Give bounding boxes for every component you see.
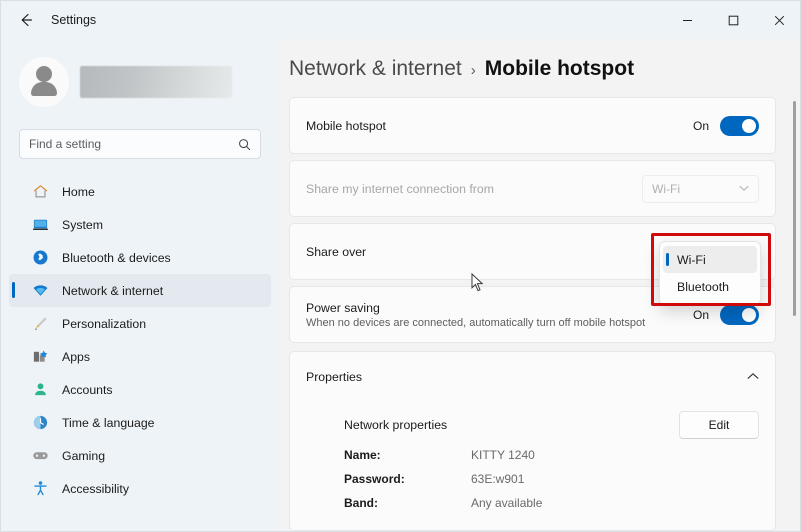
sidebar-item-label: Network & internet (62, 283, 164, 298)
dropdown-value: Wi-Fi (652, 181, 680, 196)
property-row-password: Password: 63E:w901 (344, 472, 759, 486)
user-profile[interactable] (1, 39, 279, 107)
row-subtitle: When no devices are connected, automatic… (306, 316, 646, 329)
window-controls (664, 1, 800, 39)
share-from-card: Share my internet connection from Wi-Fi (289, 160, 776, 217)
scrollbar-thumb[interactable] (793, 101, 796, 316)
property-key: Band: (344, 496, 378, 510)
property-value: KITTY 1240 (471, 448, 535, 462)
accessibility-icon (31, 479, 50, 498)
sidebar-item-label: Personalization (62, 316, 147, 331)
clock-icon (31, 413, 50, 432)
sidebar: Home System (1, 39, 279, 531)
search-box[interactable] (19, 129, 261, 159)
mobile-hotspot-card: Mobile hotspot On (289, 97, 776, 154)
sidebar-item-label: Accessibility (62, 481, 129, 496)
settings-window: Settings Find a setting Home System Blue… (0, 0, 801, 532)
property-row-band: Band: Any available (344, 496, 759, 510)
property-row-name: Name: KITTY 1240 (344, 448, 759, 462)
brush-icon (31, 314, 50, 333)
bluetooth-icon (31, 248, 50, 267)
sidebar-item-label: Bluetooth & devices (62, 250, 171, 265)
sidebar-item-system[interactable]: System (9, 208, 271, 241)
avatar (19, 57, 69, 107)
power-saving-toggle[interactable] (720, 304, 759, 325)
minimize-button[interactable] (664, 1, 710, 39)
sidebar-item-label: Apps (62, 349, 91, 364)
sidebar-item-bluetooth-devices[interactable]: Bluetooth & devices (9, 241, 271, 274)
maximize-button[interactable] (710, 1, 756, 39)
wifi-icon (31, 281, 50, 300)
sidebar-item-label: Home (62, 184, 95, 199)
property-value: Any available (471, 496, 543, 510)
properties-header[interactable]: Properties (290, 352, 775, 402)
sidebar-item-personalization[interactable]: Personalization (9, 307, 271, 340)
edit-button[interactable]: Edit (679, 411, 759, 439)
sidebar-item-accessibility[interactable]: Accessibility (9, 472, 271, 505)
share-from-row: Share my internet connection from Wi-Fi (290, 161, 775, 216)
system-icon (31, 215, 50, 234)
sidebar-item-home[interactable]: Home (9, 175, 271, 208)
title-bar: Settings (1, 1, 800, 39)
sidebar-item-label: Gaming (62, 448, 106, 463)
dropdown-option-label: Wi-Fi (677, 252, 706, 267)
toggle-state-label: On (692, 307, 709, 322)
page-title: Mobile hotspot (484, 57, 635, 80)
content-scrollbar[interactable] (789, 101, 799, 531)
gamepad-icon (31, 446, 50, 465)
breadcrumb: Network & internet › Mobile hotspot (279, 39, 800, 81)
mobile-hotspot-toggle[interactable] (720, 115, 759, 136)
sidebar-item-network-internet[interactable]: Network & internet (9, 274, 271, 307)
chevron-down-icon (739, 184, 749, 194)
app-title: Settings (51, 13, 97, 27)
selection-indicator (666, 253, 669, 266)
search-icon (238, 138, 251, 151)
share-from-dropdown: Wi-Fi (642, 174, 759, 203)
property-key: Name: (344, 448, 381, 462)
properties-title: Properties (306, 370, 363, 384)
dropdown-option-label: Bluetooth (677, 279, 729, 294)
chevron-up-icon[interactable] (747, 372, 759, 383)
sidebar-item-time-language[interactable]: Time & language (9, 406, 271, 439)
sidebar-nav: Home System Bluetooth & devices Network … (1, 175, 279, 505)
dropdown-option-bluetooth[interactable]: Bluetooth (663, 273, 757, 300)
row-title: Power saving (306, 300, 380, 315)
properties-body: Network properties Edit Name: KITTY 1240… (290, 402, 775, 530)
search-input[interactable] (29, 137, 238, 151)
row-title: Share my internet connection from (306, 181, 494, 196)
property-key: Password: (344, 472, 405, 486)
sidebar-item-label: System (62, 217, 103, 232)
home-icon (31, 182, 50, 201)
network-properties-label: Network properties (344, 418, 448, 432)
sidebar-item-label: Accounts (62, 382, 113, 397)
selection-indicator (12, 282, 15, 298)
properties-card: Properties Network properties Edit Name:… (289, 351, 776, 531)
dropdown-option-wifi[interactable]: Wi-Fi (663, 246, 757, 273)
share-over-dropdown-flyout[interactable]: Wi-Fi Bluetooth (659, 241, 761, 305)
mobile-hotspot-row[interactable]: Mobile hotspot On (290, 98, 775, 153)
close-button[interactable] (756, 1, 800, 39)
sidebar-item-gaming[interactable]: Gaming (9, 439, 271, 472)
accounts-icon (31, 380, 50, 399)
back-arrow-icon[interactable] (11, 6, 41, 34)
row-title: Mobile hotspot (306, 118, 386, 133)
mouse-cursor (471, 272, 484, 297)
sidebar-item-accounts[interactable]: Accounts (9, 373, 271, 406)
sidebar-item-label: Time & language (62, 415, 155, 430)
sidebar-item-apps[interactable]: Apps (9, 340, 271, 373)
toggle-state-label: On (692, 118, 709, 133)
breadcrumb-separator: › (470, 62, 476, 79)
property-value: 63E:w901 (471, 472, 525, 486)
apps-icon (31, 347, 50, 366)
network-properties-row: Network properties Edit (344, 402, 759, 448)
breadcrumb-parent[interactable]: Network & internet (289, 57, 462, 81)
account-name-blurred (80, 66, 232, 98)
